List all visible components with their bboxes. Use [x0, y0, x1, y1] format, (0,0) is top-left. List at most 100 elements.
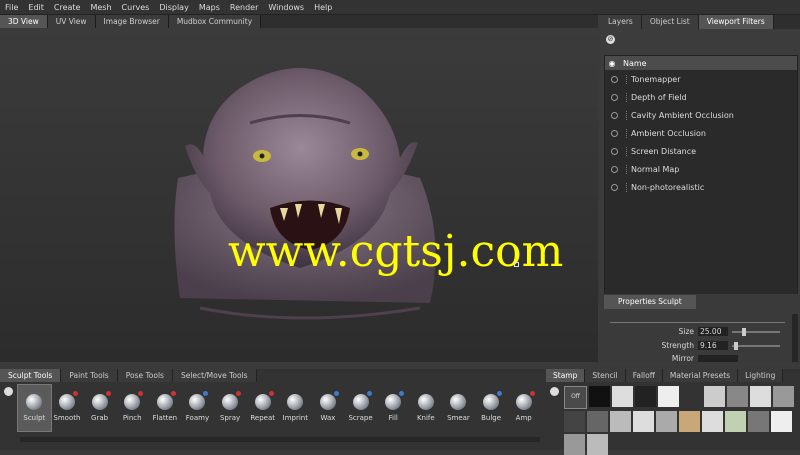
filter-label: Depth of Field: [626, 92, 687, 102]
properties-tab[interactable]: Properties Sculpt: [604, 295, 696, 309]
filter-visibility-icon[interactable]: [611, 75, 618, 83]
stamp-swatch[interactable]: [612, 386, 633, 407]
tool-foamy[interactable]: Foamy: [181, 385, 214, 431]
right-tab-2[interactable]: Viewport Filters: [698, 15, 774, 29]
stamp-tray-tabs: Stamp Stencil Falloff Material Presets Light…: [546, 369, 800, 382]
stamp-swatch[interactable]: [681, 386, 702, 407]
stamp-swatch[interactable]: [773, 386, 794, 407]
filter-visibility-icon[interactable]: [611, 165, 618, 173]
filter-visibility-icon[interactable]: [611, 111, 618, 119]
stamp-swatch[interactable]: [658, 386, 679, 407]
menu-item-maps[interactable]: Maps: [194, 3, 225, 12]
filter-toggle-icon[interactable]: ⊘: [606, 35, 615, 44]
strength-input[interactable]: 9.16: [698, 341, 728, 350]
tool-amp[interactable]: Amp: [507, 385, 540, 431]
stamp-swatch[interactable]: [727, 386, 748, 407]
tool-imprint[interactable]: Imprint: [279, 385, 312, 431]
stamp-swatch[interactable]: [610, 411, 631, 432]
tool-fill[interactable]: Fill: [377, 385, 410, 431]
view-tab-1[interactable]: UV View: [47, 15, 96, 28]
stamp-tab-0[interactable]: Stamp: [546, 369, 586, 382]
view-tab-3[interactable]: Mudbox Community: [168, 15, 262, 28]
filter-row[interactable]: Ambient Occlusion: [605, 124, 797, 142]
stamp-swatch[interactable]: [564, 434, 585, 455]
tool-tab-3[interactable]: Select/Move Tools: [172, 369, 257, 382]
filter-row[interactable]: Screen Distance: [605, 142, 797, 160]
menu-item-file[interactable]: File: [0, 3, 23, 12]
menu-item-mesh[interactable]: Mesh: [85, 3, 116, 12]
filter-visibility-icon[interactable]: [611, 129, 618, 137]
tool-pinch[interactable]: Pinch: [116, 385, 149, 431]
stamp-swatch[interactable]: [702, 411, 723, 432]
mirror-select[interactable]: [698, 355, 738, 362]
stamp-swatch[interactable]: [679, 411, 700, 432]
tool-tray-scrollbar[interactable]: [20, 437, 540, 442]
tool-grab[interactable]: Grab: [83, 385, 116, 431]
tool-sculpt[interactable]: Sculpt: [17, 384, 52, 432]
size-slider[interactable]: [732, 327, 780, 336]
tool-tab-1[interactable]: Paint Tools: [61, 369, 118, 382]
properties-panel: Properties Sculpt Size 25.00 Strength 9.…: [600, 294, 800, 364]
menu-item-create[interactable]: Create: [49, 3, 86, 12]
filter-label: Cavity Ambient Occlusion: [626, 110, 734, 120]
filter-row[interactable]: Depth of Field: [605, 88, 797, 106]
stamp-swatch[interactable]: [725, 411, 746, 432]
filter-visibility-icon[interactable]: [611, 183, 618, 191]
tool-flatten[interactable]: Flatten: [149, 385, 182, 431]
tool-scrape[interactable]: Scrape: [344, 385, 377, 431]
stamp-swatch[interactable]: [633, 411, 654, 432]
tool-badge-icon: [399, 391, 405, 396]
right-tab-0[interactable]: Layers: [600, 15, 642, 29]
properties-scrollbar[interactable]: [792, 314, 798, 362]
filter-row[interactable]: Tonemapper: [605, 70, 797, 88]
stamp-swatch[interactable]: [589, 386, 610, 407]
stamp-tab-4[interactable]: Lighting: [738, 369, 784, 382]
tool-smooth[interactable]: Smooth: [51, 385, 84, 431]
stamp-swatch[interactable]: [750, 386, 771, 407]
menu-item-curves[interactable]: Curves: [117, 3, 155, 12]
tool-tray: Sculpt Tools Paint Tools Pose Tools Select/…: [0, 369, 800, 455]
stamp-swatch[interactable]: [771, 411, 792, 432]
menu-item-windows[interactable]: Windows: [263, 3, 309, 12]
cursor-marker: [514, 262, 519, 267]
stamp-swatch[interactable]: [748, 411, 769, 432]
tool-label: Bulge: [481, 414, 502, 422]
view-tab-2[interactable]: Image Browser: [95, 15, 169, 28]
tool-bulge[interactable]: Bulge: [475, 385, 508, 431]
tool-smear[interactable]: Smear: [442, 385, 475, 431]
stamp-swatch[interactable]: [635, 386, 656, 407]
filter-visibility-icon[interactable]: [611, 147, 618, 155]
stamp-tab-1[interactable]: Stencil: [585, 369, 626, 382]
menu-item-help[interactable]: Help: [309, 3, 337, 12]
menu-item-edit[interactable]: Edit: [23, 3, 49, 12]
tool-repeat[interactable]: Repeat: [246, 385, 279, 431]
menu-item-display[interactable]: Display: [154, 3, 194, 12]
menu-item-render[interactable]: Render: [225, 3, 263, 12]
tray-menu-icon[interactable]: [4, 387, 13, 396]
stamp-swatch[interactable]: [587, 411, 608, 432]
menu-bar: File Edit Create Mesh Curves Display Maps Rende…: [0, 0, 800, 15]
filter-visibility-icon[interactable]: [611, 93, 618, 101]
stamp-swatch[interactable]: [587, 434, 608, 455]
filter-row[interactable]: Non-photorealistic: [605, 178, 797, 196]
stamp-tab-2[interactable]: Falloff: [625, 369, 663, 382]
strength-slider[interactable]: [732, 341, 780, 350]
stamp-tab-3[interactable]: Material Presets: [662, 369, 739, 382]
size-input[interactable]: 25.00: [698, 327, 728, 336]
tool-knife[interactable]: Knife: [410, 385, 443, 431]
3d-viewport[interactable]: www.cgtsj.com: [0, 28, 598, 362]
stamp-swatch[interactable]: [564, 411, 585, 432]
stamp-swatch[interactable]: [704, 386, 725, 407]
tool-label: Repeat: [250, 414, 275, 422]
tool-wax[interactable]: Wax: [312, 385, 345, 431]
stamp-menu-icon[interactable]: [550, 387, 559, 396]
stamp-swatch[interactable]: [656, 411, 677, 432]
stamp-swatch[interactable]: Off: [564, 386, 587, 409]
filter-row[interactable]: Normal Map: [605, 160, 797, 178]
tool-spray[interactable]: Spray: [214, 385, 247, 431]
filter-row[interactable]: Cavity Ambient Occlusion: [605, 106, 797, 124]
view-tab-0[interactable]: 3D View: [0, 15, 48, 28]
right-tab-1[interactable]: Object List: [641, 15, 699, 29]
tool-tab-2[interactable]: Pose Tools: [117, 369, 173, 382]
tool-tab-0[interactable]: Sculpt Tools: [0, 369, 62, 382]
